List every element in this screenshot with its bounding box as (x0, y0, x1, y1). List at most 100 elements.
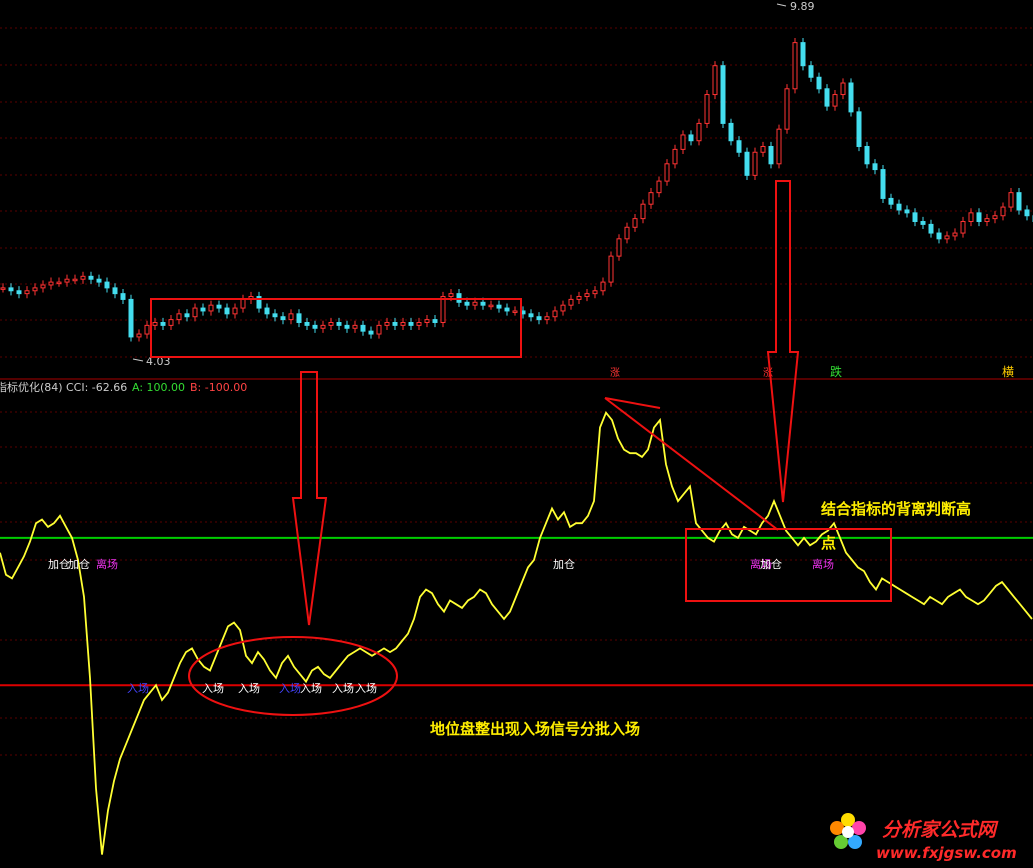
arrow-down-right (766, 180, 800, 503)
candle-body (40, 284, 46, 289)
candle-body (728, 122, 734, 142)
candle-body (944, 235, 950, 240)
candle-body (616, 238, 622, 257)
entry-ellipse (188, 636, 398, 716)
note-divergence-cont: 点 (821, 534, 836, 552)
price-high-label: 9.89 (790, 0, 815, 13)
candle-body (232, 307, 238, 315)
candle-body (896, 203, 902, 211)
price-panel (0, 38, 1033, 342)
candle-body (544, 316, 550, 321)
candle-body (952, 232, 958, 237)
candle-body (504, 307, 510, 312)
candle-body (592, 290, 598, 295)
candle-body (272, 313, 278, 318)
candle-body (568, 298, 574, 306)
candle-body (328, 321, 334, 326)
candle-body (144, 324, 150, 335)
indicator-panel (0, 410, 1033, 855)
candle-body (936, 232, 942, 240)
candle-body (288, 313, 294, 321)
candle-body (208, 304, 214, 312)
candle-body (352, 324, 358, 329)
annotation-shapes (150, 180, 892, 716)
consolidation-box (150, 298, 522, 358)
price-low-pointer (132, 358, 144, 362)
candle-body (688, 134, 694, 142)
candle-body (120, 293, 126, 300)
candle-body (112, 287, 118, 295)
candle-body (680, 134, 686, 150)
candle-body (0, 287, 6, 290)
divergence-line-slope (604, 397, 779, 531)
candle-body (24, 290, 30, 295)
candle-body (960, 221, 966, 234)
candle-body (456, 293, 462, 303)
chart-canvas: { "colors": { "background": "#000000", "… (0, 0, 1033, 868)
candle-body (848, 82, 854, 113)
candle-body (632, 218, 638, 228)
candle-body (376, 324, 382, 335)
candle-body (704, 94, 710, 124)
price-high-pointer (776, 3, 787, 7)
candle-body (176, 313, 182, 321)
marker-up: 涨 (610, 367, 620, 379)
candle-body (200, 307, 206, 312)
arrow-down-left (291, 371, 328, 626)
candle-body (656, 180, 662, 194)
signal-label: 入场 (332, 681, 354, 695)
candle-body (744, 151, 750, 176)
a-value: A: 100.00 (132, 381, 185, 394)
candle-body (560, 304, 566, 312)
candle-body (320, 324, 326, 329)
candle-body (776, 128, 782, 165)
candle-body (240, 298, 246, 309)
candle-body (800, 42, 806, 67)
site-logo: 分析家公式网 www.fxjgsw.com (830, 813, 1017, 862)
candle-body (312, 324, 318, 329)
candle-body (184, 313, 190, 318)
candle-body (440, 296, 446, 323)
candle-body (784, 88, 790, 130)
signal-label: 入场 (127, 681, 149, 695)
candle-body (152, 321, 158, 326)
candle-body (608, 255, 614, 283)
divergence-box (685, 528, 892, 602)
candle-body (8, 287, 14, 292)
candle-body (624, 226, 630, 240)
signal-label: 入场 (202, 681, 224, 695)
signal-label: 入场 (300, 681, 322, 695)
candle-body (1000, 206, 1006, 217)
candle-body (408, 321, 414, 326)
candle-body (720, 65, 726, 124)
signal-label: 入场 (355, 681, 377, 695)
candle-body (824, 88, 830, 107)
signal-label: 加仓 (760, 557, 782, 571)
note-bottom: 地位盘整出现入场信号分批入场 (430, 720, 640, 738)
candle-body (64, 278, 70, 283)
candle-body (488, 304, 494, 308)
candle-body (192, 307, 198, 318)
candle-body (384, 321, 390, 326)
candle-body (760, 145, 766, 153)
signal-label: 入场 (279, 681, 301, 695)
candle-body (832, 94, 838, 107)
candle-body (976, 212, 982, 223)
logo-url: www.fxjgsw.com (876, 844, 1017, 862)
candle-body (816, 76, 822, 90)
candle-body (432, 319, 438, 323)
candle-body (280, 316, 286, 321)
cci-value: CCI: -62.66 (66, 381, 127, 394)
candle-body (984, 218, 990, 223)
signal-label: 入场 (238, 681, 260, 695)
candle-body (1024, 209, 1030, 217)
signal-label: 离场 (96, 557, 118, 571)
candle-body (416, 321, 422, 326)
candle-body (640, 203, 646, 220)
candle-body (296, 313, 302, 323)
candle-body (216, 304, 222, 309)
logo-name: 分析家公式网 (882, 819, 999, 841)
candle-body (768, 145, 774, 165)
cci-line (0, 410, 1033, 855)
candle-body (928, 223, 934, 234)
